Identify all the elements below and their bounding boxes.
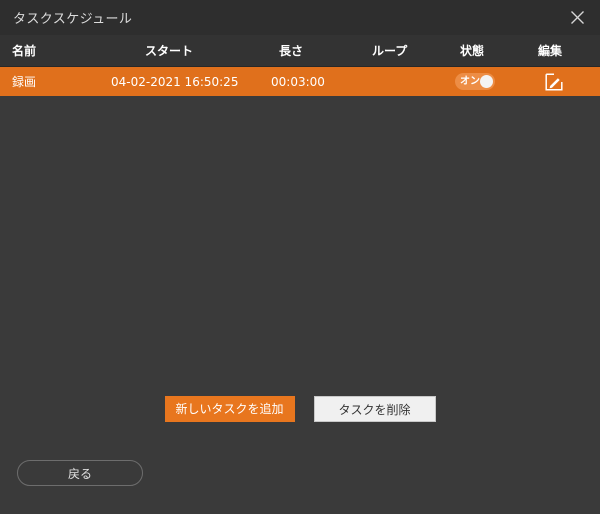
task-schedule-window: タスクスケジュール 名前 スタート 長さ ループ 状態 編集 録画 04-02-… — [0, 0, 600, 514]
column-header-start: スタート — [145, 35, 193, 66]
column-header-loop: ループ — [372, 35, 407, 66]
toggle-knob — [480, 75, 493, 88]
titlebar: タスクスケジュール — [0, 0, 600, 35]
delete-task-button[interactable]: タスクを削除 — [314, 396, 436, 422]
column-header-state: 状態 — [460, 35, 484, 66]
column-header-name: 名前 — [12, 35, 36, 66]
column-header-edit: 編集 — [538, 35, 562, 66]
cell-task-name: 録画 — [12, 67, 36, 96]
column-header-length: 長さ — [279, 35, 303, 66]
cell-task-start: 04-02-2021 16:50:25 — [111, 67, 238, 96]
toggle-label: オン — [460, 73, 480, 90]
table-row[interactable]: 録画 04-02-2021 16:50:25 00:03:00 オン — [0, 67, 600, 96]
task-enabled-toggle[interactable]: オン — [455, 73, 495, 90]
window-title: タスクスケジュール — [13, 8, 132, 27]
task-list-body: 新しいタスクを追加 タスクを削除 — [0, 96, 600, 454]
table-header-row: 名前 スタート 長さ ループ 状態 編集 — [0, 35, 600, 67]
footer: 戻る — [0, 454, 600, 514]
add-task-button[interactable]: 新しいタスクを追加 — [165, 396, 295, 422]
action-buttons: 新しいタスクを追加 タスクを削除 — [0, 396, 600, 422]
cell-task-length: 00:03:00 — [271, 67, 325, 96]
back-button[interactable]: 戻る — [17, 460, 143, 486]
edit-pencil-icon[interactable] — [545, 73, 563, 91]
close-icon[interactable] — [562, 3, 592, 32]
